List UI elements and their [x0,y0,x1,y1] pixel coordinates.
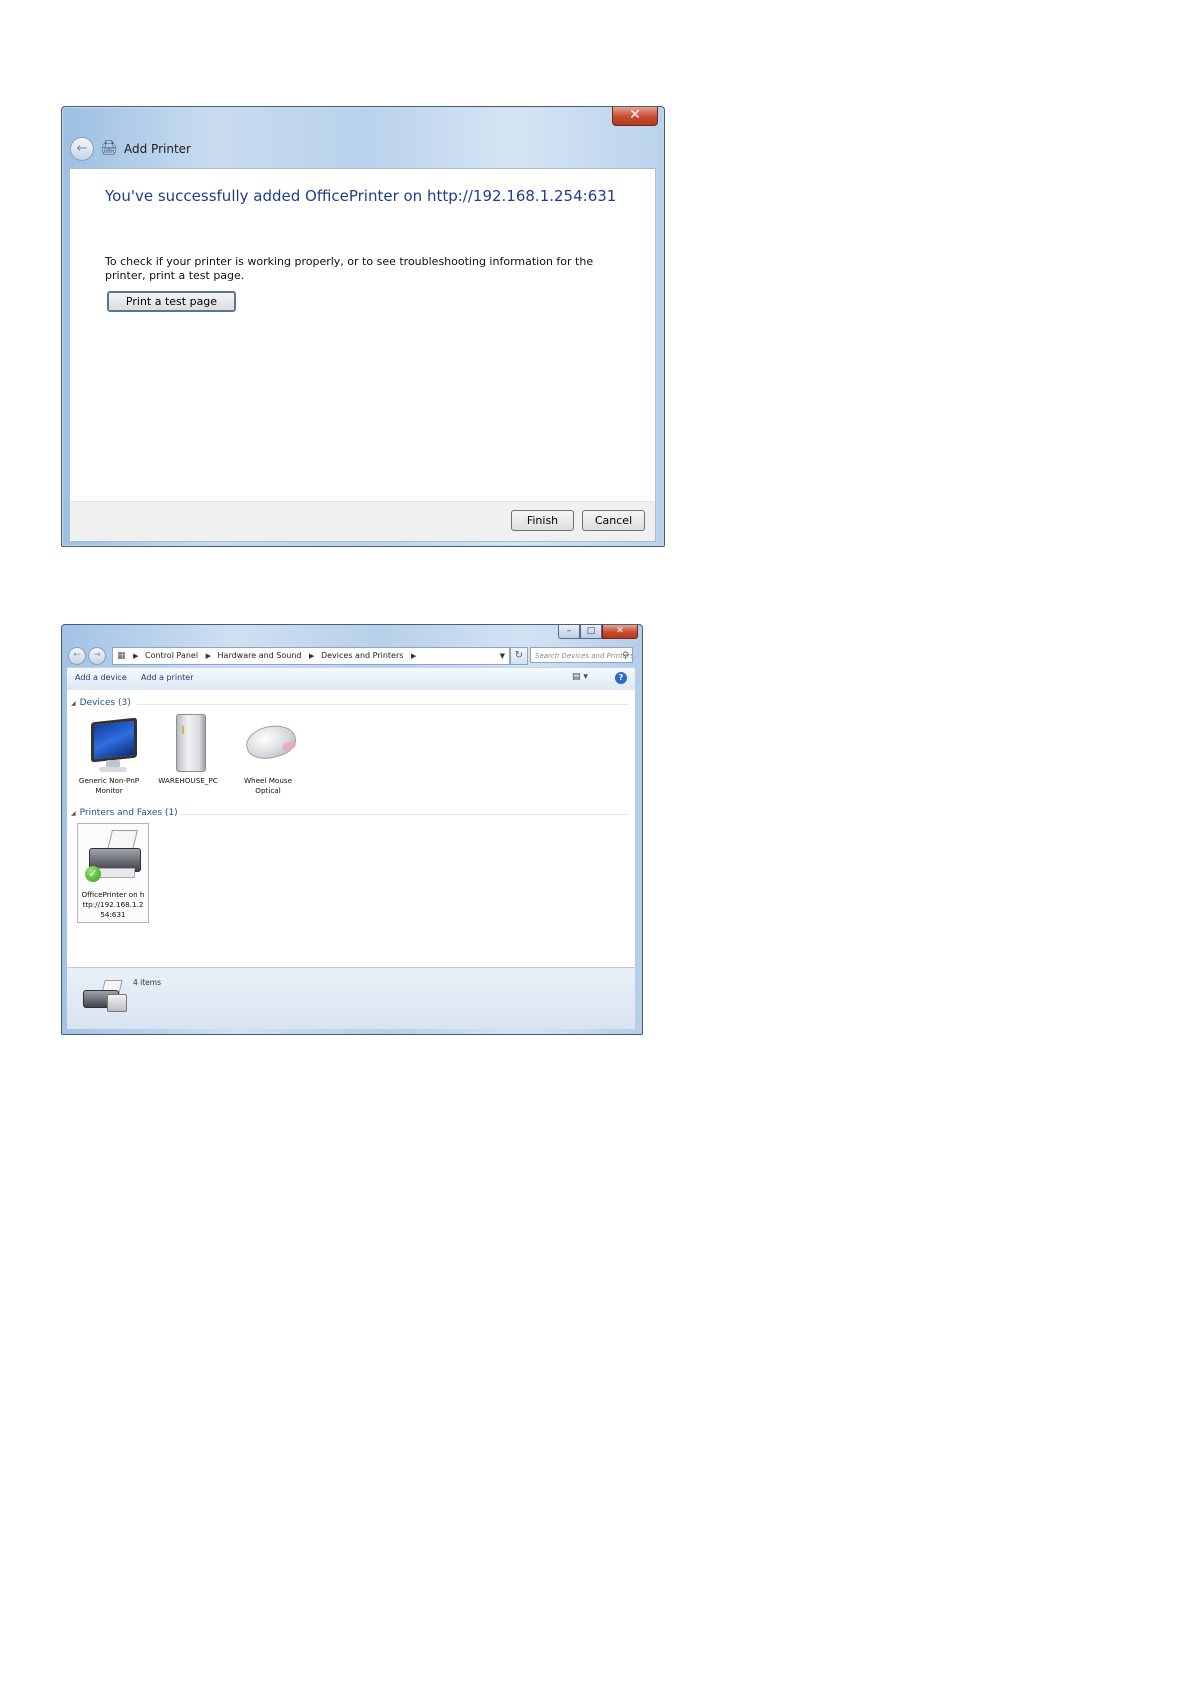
status-bar: 4 items [67,967,635,1029]
forward-arrow-icon[interactable]: → [88,647,106,665]
finish-button[interactable]: Finish [511,510,574,531]
device-item-warehouse-pc[interactable]: WAREHOUSE_PC [152,712,224,786]
group-divider [137,704,629,705]
printer-icon: ✓ [83,826,143,888]
default-check-icon: ✓ [85,866,101,882]
search-placeholder: Search Devices and Printers [535,652,633,660]
change-view-icon[interactable]: ▤ ▾ [572,672,588,682]
breadcrumb-devices-and-printers[interactable]: Devices and Printers [321,651,403,660]
device-label: Wheel Mouse Optical [243,776,293,795]
device-list: ◢ Devices (3) Generic Non-PnP Monitor WAR… [67,690,635,967]
device-item-mouse[interactable]: Wheel Mouse Optical [232,712,304,796]
dialog-footer: Finish Cancel [69,501,656,542]
breadcrumb-separator-icon: ▶ [205,652,211,660]
group-header-devices[interactable]: ◢ Devices (3) [71,698,131,708]
print-test-page-button[interactable]: Print a test page [107,291,236,312]
back-arrow-icon[interactable]: ← [68,647,86,665]
device-label: Generic Non-PnP Monitor [78,776,140,795]
group-label: Devices (3) [79,698,131,708]
window-controls: – □ ✕ [558,625,638,639]
description-text: To check if your printer is working prop… [105,255,594,282]
device-label: WAREHOUSE_PC [158,776,218,785]
breadcrumb-hardware-and-sound[interactable]: Hardware and Sound [218,651,302,660]
printer-camera-icon [81,976,127,1016]
minimize-button[interactable]: – [558,625,580,639]
dialog-content: You've successfully added OfficePrinter … [69,168,656,502]
chevron-down-icon[interactable]: ▼ [500,648,505,664]
mouse-icon [238,712,300,774]
search-input[interactable]: Search Devices and Printers ⚲ [530,647,633,663]
item-count: 4 items [133,978,162,987]
close-button[interactable]: ✕ [602,625,638,639]
refresh-icon[interactable]: ↻ [510,647,528,665]
back-arrow-icon[interactable]: ← [70,137,94,161]
success-heading: You've successfully added OfficePrinter … [105,187,617,205]
maximize-button[interactable]: □ [580,625,602,639]
address-bar[interactable]: ▦ ▶ Control Panel ▶ Hardware and Sound ▶… [112,647,510,665]
printer-icon: 🖨 [100,140,118,156]
breadcrumb-separator-icon: ▶ [309,652,315,660]
cancel-button[interactable]: Cancel [582,510,645,531]
collapse-triangle-icon[interactable]: ◢ [71,810,76,817]
collapse-triangle-icon[interactable]: ◢ [71,700,76,707]
computer-icon [158,712,218,774]
control-panel-icon: ▦ [117,651,126,661]
add-device-button[interactable]: Add a device [75,673,127,682]
printer-label: OfficePrinter on http://192.168.1.254:63… [81,890,145,919]
add-printer-button[interactable]: Add a printer [141,673,193,682]
devices-and-printers-window: – □ ✕ ← → ▦ ▶ Control Panel ▶ Hardware a… [61,624,643,1035]
breadcrumb-separator-icon: ▶ [133,652,139,660]
group-divider [179,814,629,815]
monitor-icon [79,712,139,774]
command-bar: Add a device Add a printer ▤ ▾ ? [67,667,635,691]
group-label: Printers and Faxes (1) [79,808,178,818]
group-header-printers[interactable]: ◢ Printers and Faxes (1) [71,808,178,818]
breadcrumb-separator-icon[interactable]: ▶ [411,652,416,660]
search-icon[interactable]: ⚲ [622,648,629,662]
device-item-monitor[interactable]: Generic Non-PnP Monitor [73,712,145,796]
dialog-title: Add Printer [124,142,191,156]
help-icon[interactable]: ? [615,672,627,684]
add-printer-dialog: ✕ ← 🖨 Add Printer You've successfully ad… [61,106,665,547]
close-button[interactable]: ✕ [612,107,658,126]
printer-item-officeprinter[interactable]: ✓ OfficePrinter on http://192.168.1.254:… [77,823,149,923]
breadcrumb-control-panel[interactable]: Control Panel [145,651,198,660]
